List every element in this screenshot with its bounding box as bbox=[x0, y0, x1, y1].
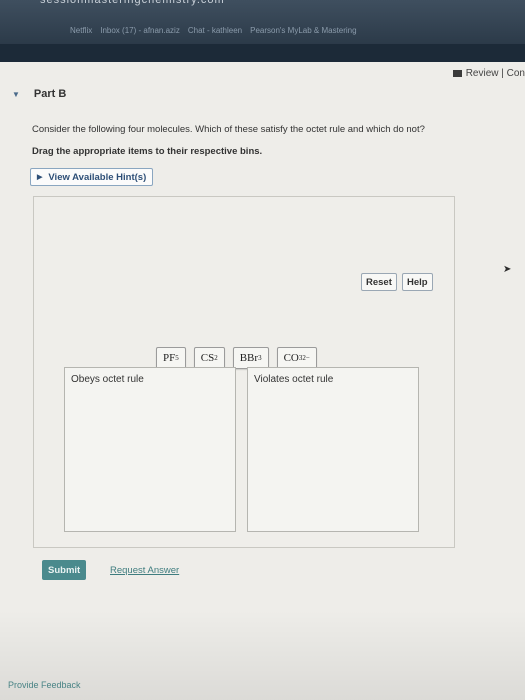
bin-label-obeys: Obeys octet rule bbox=[71, 374, 144, 385]
submit-button[interactable]: Submit bbox=[42, 560, 87, 580]
bookmarks-bar: Netflix Inbox (17) - afnan.aziz Chat - k… bbox=[0, 20, 525, 40]
review-label: Review | Con bbox=[465, 68, 525, 79]
molecule-tile-bbr3[interactable]: BBr 3 bbox=[232, 347, 269, 369]
request-answer-link[interactable]: Request Answer bbox=[110, 565, 179, 576]
molecule-tile-co3[interactable]: CO 3 2− bbox=[276, 347, 317, 369]
bin-obeys-octet[interactable]: Obeys octet rule bbox=[64, 367, 236, 532]
bookmark-pearson[interactable]: Pearson's MyLab & Mastering bbox=[250, 26, 356, 35]
mouse-cursor-icon: ➤ bbox=[503, 264, 512, 275]
book-icon bbox=[452, 70, 462, 77]
url-bar[interactable]: sessionmasteringchemistry.com bbox=[40, 0, 280, 8]
bin-violates-octet[interactable]: Violates octet rule bbox=[247, 367, 419, 532]
review-link[interactable]: Review | Con bbox=[452, 68, 525, 79]
draggable-items: PF 5 CS 2 BBr 3 CO 3 2− bbox=[156, 347, 317, 369]
bin-label-violates: Violates octet rule bbox=[254, 374, 334, 385]
hint-label: View Available Hint(s) bbox=[48, 171, 147, 183]
question-instruction: Drag the appropriate items to their resp… bbox=[32, 146, 263, 157]
view-hints-button[interactable]: ▶ View Available Hint(s) bbox=[30, 168, 154, 186]
reset-button[interactable]: Reset bbox=[361, 273, 397, 291]
part-header[interactable]: ▼ Part B bbox=[12, 88, 66, 100]
molecule-tile-cs2[interactable]: CS 2 bbox=[193, 347, 225, 369]
browser-chrome: sessionmasteringchemistry.com Netflix In… bbox=[0, 0, 525, 62]
bookmark-netflix[interactable]: Netflix bbox=[70, 26, 92, 35]
triangle-right-icon: ▶ bbox=[37, 174, 43, 181]
provide-feedback-link[interactable]: Provide Feedback bbox=[8, 680, 81, 690]
bookmark-inbox[interactable]: Inbox (17) - afnan.aziz bbox=[100, 26, 180, 35]
drag-drop-area: Reset Help PF 5 CS 2 BBr 3 CO 3 2− Obeys octe… bbox=[33, 196, 455, 548]
bookmark-chat[interactable]: Chat - kathleen bbox=[188, 26, 242, 35]
question-prompt: Consider the following four molecules. W… bbox=[32, 124, 425, 135]
part-title: Part B bbox=[33, 88, 67, 100]
app-header bbox=[0, 44, 525, 62]
help-button[interactable]: Help bbox=[402, 273, 433, 291]
caret-down-icon[interactable]: ▼ bbox=[12, 90, 20, 99]
molecule-tile-pf5[interactable]: PF 5 bbox=[156, 347, 186, 369]
